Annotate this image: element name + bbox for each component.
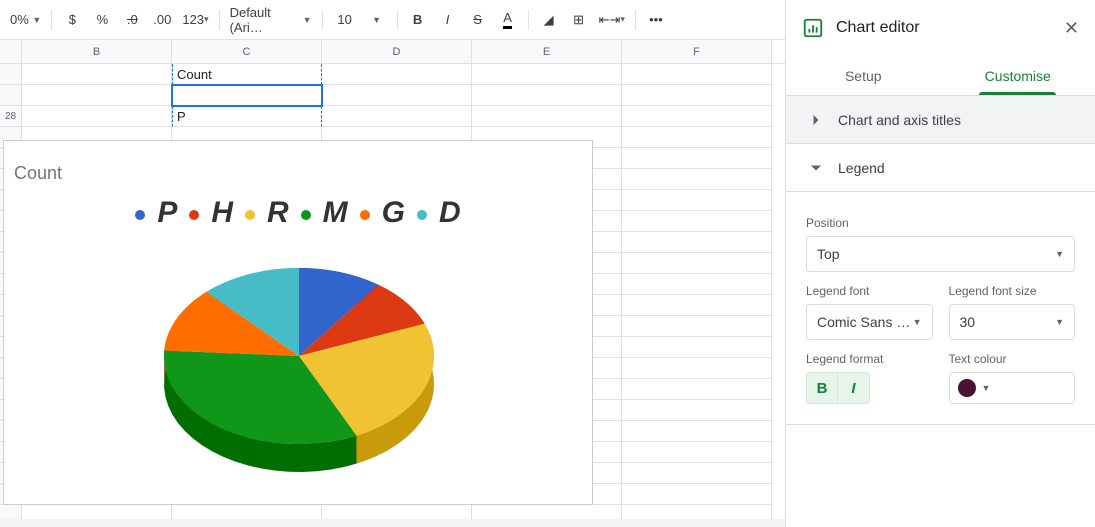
currency-button[interactable]: $ — [58, 6, 86, 34]
color-swatch — [958, 379, 976, 397]
strike-button[interactable]: S — [464, 6, 492, 34]
position-select[interactable]: Top▼ — [806, 236, 1075, 272]
increase-decimal-button[interactable]: .00 — [148, 6, 176, 34]
position-label: Position — [806, 216, 1075, 230]
legend-italic-button[interactable]: I — [838, 372, 870, 404]
legend-font-label: Legend font — [806, 284, 933, 298]
text-colour-label: Text colour — [949, 352, 1076, 366]
chart-icon — [802, 17, 824, 39]
spreadsheet-grid[interactable]: B C D E F Count 28 P — [0, 40, 785, 519]
cell[interactable] — [622, 106, 772, 127]
overflow-button[interactable]: ••• — [642, 6, 670, 34]
chart-legend: PHRMGD — [4, 196, 592, 230]
pie-chart — [149, 241, 449, 501]
cell[interactable]: Count — [172, 64, 322, 85]
chart[interactable]: Count PHRMGD — [3, 140, 593, 505]
cell[interactable] — [472, 106, 622, 127]
legend-size-select[interactable]: 30▼ — [949, 304, 1076, 340]
col-header[interactable]: B — [22, 40, 172, 63]
cell[interactable] — [622, 64, 772, 85]
fill-color-button[interactable]: ◢ — [535, 6, 563, 34]
font-size-input[interactable]: 10 — [329, 6, 361, 34]
cell-selected[interactable] — [172, 85, 322, 106]
row-header[interactable]: 28 — [0, 106, 22, 127]
legend-format-label: Legend format — [806, 352, 933, 366]
chevron-down-icon: ▼ — [913, 317, 922, 327]
font-family-select[interactable]: Default (Ari…▼ — [226, 6, 316, 34]
bold-button[interactable]: B — [404, 6, 432, 34]
italic-button[interactable]: I — [434, 6, 462, 34]
chevron-right-icon — [806, 110, 826, 130]
legend-section-body: Position Top▼ Legend font Comic Sans …▼ … — [786, 192, 1095, 425]
legend-bold-button[interactable]: B — [806, 372, 838, 404]
legend-size-label: Legend font size — [949, 284, 1076, 298]
chevron-down-icon: ▼ — [1055, 317, 1064, 327]
col-header[interactable]: F — [622, 40, 772, 63]
borders-icon: ⊞ — [573, 12, 584, 28]
merge-icon: ⇤⇥ — [599, 12, 621, 28]
text-colour-button[interactable]: ▼ — [949, 372, 1076, 404]
percent-button[interactable]: % — [88, 6, 116, 34]
chevron-down-icon: ▼ — [982, 383, 991, 393]
panel-title: Chart editor — [836, 19, 920, 37]
section-chart-axis-titles[interactable]: Chart and axis titles — [786, 96, 1095, 144]
row-header[interactable] — [0, 85, 22, 106]
borders-button[interactable]: ⊞ — [565, 6, 593, 34]
chevron-down-icon — [806, 158, 826, 178]
cell[interactable]: P — [172, 106, 322, 127]
cell[interactable] — [622, 85, 772, 106]
cell[interactable] — [322, 64, 472, 85]
section-legend[interactable]: Legend — [786, 144, 1095, 192]
cell[interactable] — [472, 85, 622, 106]
tab-setup[interactable]: Setup — [786, 56, 941, 95]
zoom-select[interactable]: 0% ▼ — [6, 6, 45, 34]
close-icon: ✕ — [1064, 18, 1079, 38]
row-header[interactable] — [0, 64, 22, 85]
font-size-chevron[interactable]: ▼ — [363, 6, 391, 34]
col-header[interactable]: D — [322, 40, 472, 63]
more-formats-button[interactable]: 123▾ — [178, 6, 212, 34]
chart-editor-panel: Chart editor ✕ Setup Customise Chart and… — [785, 0, 1095, 527]
decrease-decimal-button[interactable]: .0 — [118, 6, 146, 34]
tab-customise[interactable]: Customise — [941, 56, 1095, 95]
text-color-button[interactable]: A — [494, 6, 522, 34]
paint-icon: ◢ — [544, 12, 554, 28]
cell[interactable] — [22, 85, 172, 106]
cell[interactable] — [22, 64, 172, 85]
horizontal-scrollbar[interactable] — [0, 519, 785, 527]
legend-font-select[interactable]: Comic Sans …▼ — [806, 304, 933, 340]
cell[interactable] — [322, 106, 472, 127]
cell[interactable] — [472, 64, 622, 85]
cell[interactable] — [322, 85, 472, 106]
merge-button[interactable]: ⇤⇥▾ — [595, 6, 629, 34]
col-header[interactable]: C — [172, 40, 322, 63]
col-header[interactable]: E — [472, 40, 622, 63]
chevron-down-icon: ▼ — [1055, 249, 1064, 259]
chart-title: Count — [14, 163, 62, 184]
close-button[interactable]: ✕ — [1064, 18, 1079, 39]
cell[interactable] — [22, 106, 172, 127]
